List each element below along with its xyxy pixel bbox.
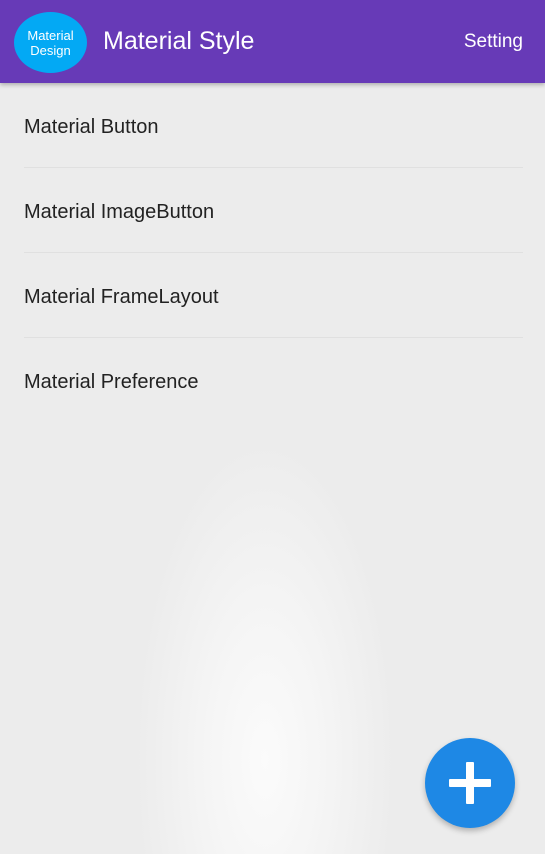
app-screen: Material Design Material Style Setting M… [0,0,545,854]
app-title: Material Style [103,27,255,55]
list-item-label: Material Button [24,116,159,138]
logo-text-line1: Material [27,27,74,43]
list-item-label: Material ImageButton [24,201,215,223]
app-logo[interactable]: Material Design [14,12,87,73]
list-item-material-framelayout[interactable]: Material FrameLayout [0,253,545,338]
app-bar: Material Design Material Style Setting [0,0,545,83]
add-fab-button[interactable] [425,738,515,828]
logo-text-line2: Design [30,42,71,58]
list-item-material-button[interactable]: Material Button [0,83,545,168]
menu-list: Material Button Material ImageButton Mat… [0,83,545,423]
list-item-label: Material FrameLayout [24,286,219,308]
setting-button[interactable]: Setting [464,31,523,53]
list-item-label: Material Preference [24,371,199,393]
list-item-material-imagebutton[interactable]: Material ImageButton [0,168,545,253]
list-item-material-preference[interactable]: Material Preference [0,338,545,423]
